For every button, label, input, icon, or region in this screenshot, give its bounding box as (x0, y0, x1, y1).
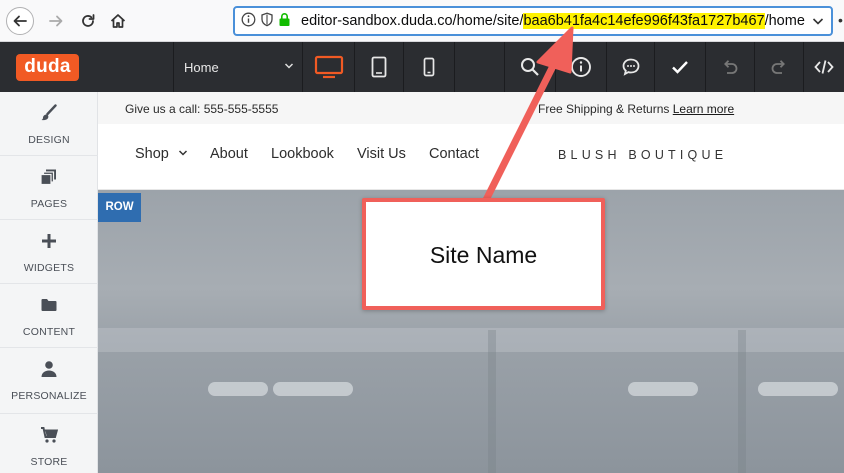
hero-light (208, 382, 268, 396)
sidebar-item-label: DESIGN (28, 134, 70, 146)
pages-icon (40, 168, 58, 186)
site-brand[interactable]: BLUSH BOUTIQUE (558, 148, 727, 162)
shipping-text: Free Shipping & Returns Learn more (538, 102, 734, 116)
site-announcement-bar: Give us a call: 555-555-5555 Free Shippi… (98, 92, 844, 124)
sidebar-item-design[interactable]: DESIGN (0, 92, 98, 156)
person-icon (40, 360, 58, 378)
mobile-icon (423, 57, 435, 77)
nav-about[interactable]: About (210, 146, 248, 162)
sidebar-item-pages[interactable]: PAGES (0, 156, 98, 220)
search-button[interactable] (505, 42, 555, 92)
plus-icon (40, 232, 58, 250)
learn-more-link[interactable]: Learn more (673, 102, 734, 116)
nav-visit-us[interactable]: Visit Us (357, 146, 406, 162)
shield-icon[interactable] (260, 12, 274, 27)
desktop-icon (314, 55, 343, 79)
nav-label: Shop (135, 146, 169, 162)
hero-light (273, 382, 353, 396)
undo-icon (724, 60, 738, 74)
url-site-id: baa6b41fa4c14efe996f43fa1727b467 (523, 13, 765, 29)
info-circle-icon (571, 57, 591, 77)
url-suffix: /home (764, 13, 805, 29)
overflow-menu-button[interactable]: • (838, 12, 844, 28)
nav-contact[interactable]: Contact (429, 146, 479, 162)
sidebar-item-label: PAGES (30, 198, 68, 210)
site-info-button[interactable] (556, 42, 606, 92)
row-badge[interactable]: ROW (98, 193, 141, 222)
sidebar-item-widgets[interactable]: WIDGETS (0, 220, 98, 284)
chevron-down-icon (812, 18, 824, 25)
screen: editor-sandbox.duda.co/home/site/baa6b41… (0, 0, 844, 473)
sidebar-item-personalize[interactable]: PERSONALIZE (0, 348, 98, 414)
callout-label: Site Name (429, 242, 538, 268)
toolbar-divider (454, 42, 455, 92)
info-icon[interactable] (241, 12, 256, 27)
editor-sidebar: DESIGN PAGES WIDGETS CONTENT PERSONALIZE (0, 92, 98, 473)
home-button[interactable] (104, 7, 132, 35)
sidebar-item-label: STORE (30, 456, 68, 468)
lock-icon[interactable] (278, 12, 291, 27)
site-navbar: Shop About Lookbook Visit Us Contact BLU… (98, 124, 844, 190)
back-button[interactable] (6, 7, 34, 35)
forward-button[interactable] (42, 7, 70, 35)
tablet-view-button[interactable] (355, 42, 403, 92)
hero-light (758, 382, 838, 396)
call-text: Give us a call: 555-555-5555 (125, 102, 279, 116)
browser-toolbar: editor-sandbox.duda.co/home/site/baa6b41… (0, 0, 844, 42)
code-icon (814, 60, 834, 74)
nav-shop[interactable]: Shop (135, 146, 188, 162)
hero-post (738, 330, 746, 473)
undo-button[interactable] (706, 42, 754, 92)
chevron-down-icon (284, 63, 294, 69)
annotation-callout: Site Name (362, 198, 605, 310)
chevron-down-icon (178, 150, 187, 156)
cart-icon (40, 426, 58, 444)
folder-icon (40, 296, 58, 314)
publish-button[interactable] (655, 42, 705, 92)
reload-icon (82, 14, 95, 27)
editor-toolbar: duda Home (0, 42, 844, 92)
redo-button[interactable] (755, 42, 803, 92)
redo-icon (771, 60, 785, 74)
forward-arrow-icon (49, 15, 63, 27)
reload-button[interactable] (74, 7, 102, 35)
mobile-view-button[interactable] (404, 42, 454, 92)
comment-icon (622, 58, 639, 76)
sidebar-item-store[interactable]: STORE (0, 414, 98, 473)
duda-logo[interactable]: duda (16, 54, 79, 81)
hero-post (488, 330, 496, 473)
developer-mode-button[interactable] (804, 42, 844, 92)
comments-button[interactable] (607, 42, 654, 92)
url-prefix: editor-sandbox.duda.co/home/site/ (301, 13, 524, 29)
url-dropdown-button[interactable] (811, 14, 825, 33)
sidebar-item-content[interactable]: CONTENT (0, 284, 98, 348)
back-arrow-icon (13, 15, 27, 27)
checkmark-icon (672, 61, 688, 74)
shipping-label: Free Shipping & Returns (538, 102, 673, 116)
tablet-icon (371, 56, 387, 78)
address-bar[interactable]: editor-sandbox.duda.co/home/site/baa6b41… (233, 6, 833, 36)
desktop-view-button[interactable] (303, 42, 354, 92)
url-icons (241, 12, 291, 27)
page-selector[interactable]: Home (174, 42, 302, 92)
sidebar-item-label: PERSONALIZE (11, 390, 87, 402)
sidebar-item-label: CONTENT (22, 326, 76, 338)
search-icon (521, 58, 539, 76)
page-selector-label: Home (184, 60, 219, 75)
hero-band (98, 328, 844, 352)
sidebar-item-label: WIDGETS (23, 262, 75, 274)
brush-icon (40, 104, 58, 122)
url-text: editor-sandbox.duda.co/home/site/baa6b41… (301, 13, 805, 29)
hero-light (628, 382, 698, 396)
home-icon (110, 14, 126, 28)
nav-lookbook[interactable]: Lookbook (271, 146, 334, 162)
